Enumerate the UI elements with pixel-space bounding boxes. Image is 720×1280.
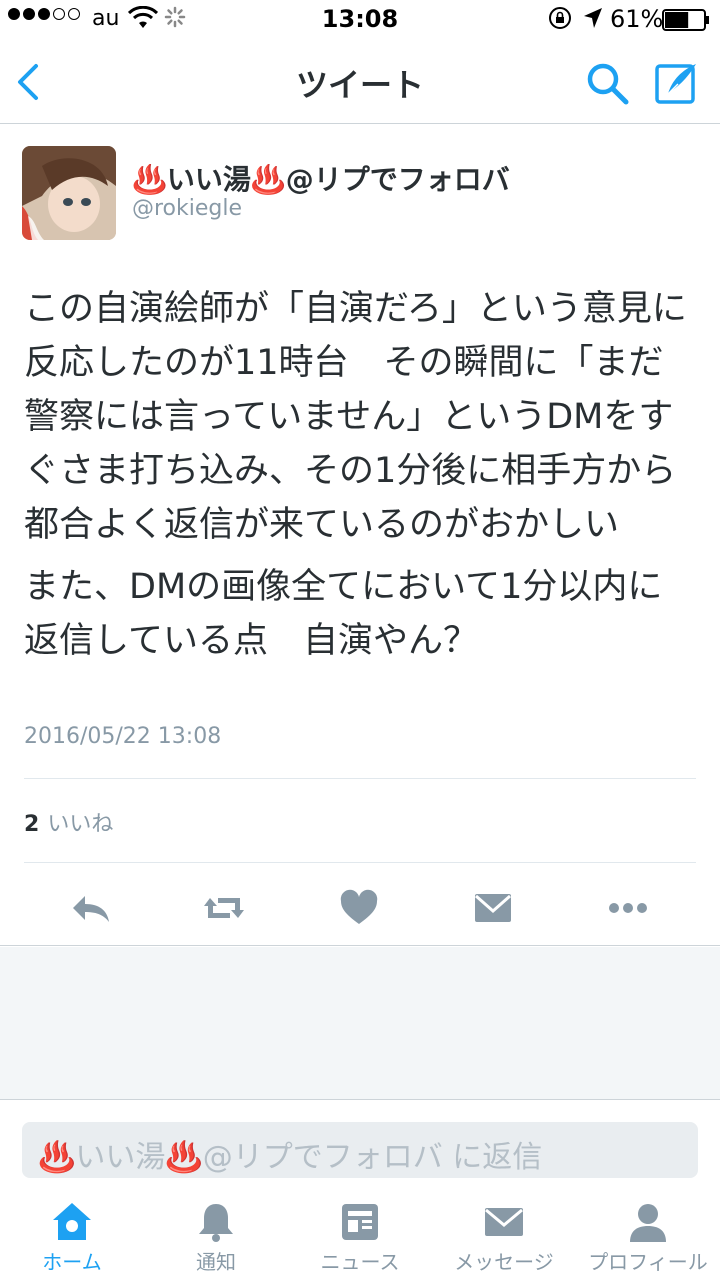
profile-icon: [630, 1204, 666, 1242]
tab-bar: ホーム 通知 ニュース メッセージ プロフィール: [0, 1190, 720, 1280]
bell-icon: [199, 1204, 233, 1242]
author-handle[interactable]: @rokiegle: [132, 196, 242, 221]
message-icon: [485, 1208, 523, 1236]
tab-label: ホーム: [42, 1250, 102, 1274]
avatar[interactable]: [22, 146, 116, 240]
tab-label: プロフィール: [588, 1250, 708, 1274]
reply-bar: ♨️いい湯♨️@リプでフォロバ に返信: [0, 1099, 720, 1189]
like-heart-icon[interactable]: [335, 884, 383, 932]
rotation-lock-icon: [549, 7, 571, 29]
tweet-timestamp: 2016/05/22 13:08: [24, 724, 222, 749]
reply-input[interactable]: ♨️いい湯♨️@リプでフォロバ に返信: [22, 1122, 698, 1178]
tab-label: メッセージ: [454, 1250, 554, 1274]
direct-message-icon[interactable]: [469, 884, 517, 932]
news-icon: [342, 1204, 378, 1240]
tab-home[interactable]: ホーム: [0, 1190, 144, 1280]
tab-news[interactable]: ニュース: [288, 1190, 432, 1280]
status-bar: au 13:08 61%: [0, 0, 720, 40]
tweet-action-bar: [0, 870, 720, 946]
search-icon[interactable]: [584, 60, 630, 106]
navigation-bar: ツイート: [0, 40, 720, 124]
likes-summary[interactable]: 2 いいね: [24, 806, 113, 838]
compose-tweet-icon[interactable]: [654, 60, 700, 106]
likes-count: 2: [24, 812, 40, 837]
tweet-detail-screen: au 13:08 61% ツイート ♨️いい湯♨️@リプでフォロバ @rokie…: [0, 0, 720, 1280]
tab-notifications[interactable]: 通知: [144, 1190, 288, 1280]
tab-messages[interactable]: メッセージ: [432, 1190, 576, 1280]
tweet-paragraph: また、DMの画像全てにおいて1分以内に返信している点 自演やん？: [24, 567, 663, 661]
more-options-icon[interactable]: [604, 884, 652, 932]
retweet-icon[interactable]: [200, 884, 248, 932]
tweet-paragraph: この自演絵師が「自演だろ」という意見に反応したのが11時台 その瞬間に「まだ警察…: [24, 289, 687, 545]
divider: [24, 862, 696, 863]
empty-replies-area: [0, 947, 720, 1099]
tab-label: ニュース: [320, 1250, 400, 1274]
location-arrow-icon: [584, 8, 602, 28]
tab-label: 通知: [196, 1250, 236, 1274]
battery-percent: 61%: [610, 5, 664, 33]
tab-profile[interactable]: プロフィール: [576, 1190, 720, 1280]
author-display-name[interactable]: ♨️いい湯♨️@リプでフォロバ: [132, 158, 510, 198]
divider: [24, 778, 696, 779]
tweet-author: ♨️いい湯♨️@リプでフォロバ @rokiegle: [0, 124, 720, 254]
reply-icon[interactable]: [67, 884, 115, 932]
home-icon: [53, 1203, 91, 1240]
battery-icon: [662, 9, 709, 31]
tweet-body: この自演絵師が「自演だろ」という意見に反応したのが11時台 その瞬間に「まだ警察…: [24, 282, 696, 676]
likes-label: いいね: [47, 812, 114, 837]
